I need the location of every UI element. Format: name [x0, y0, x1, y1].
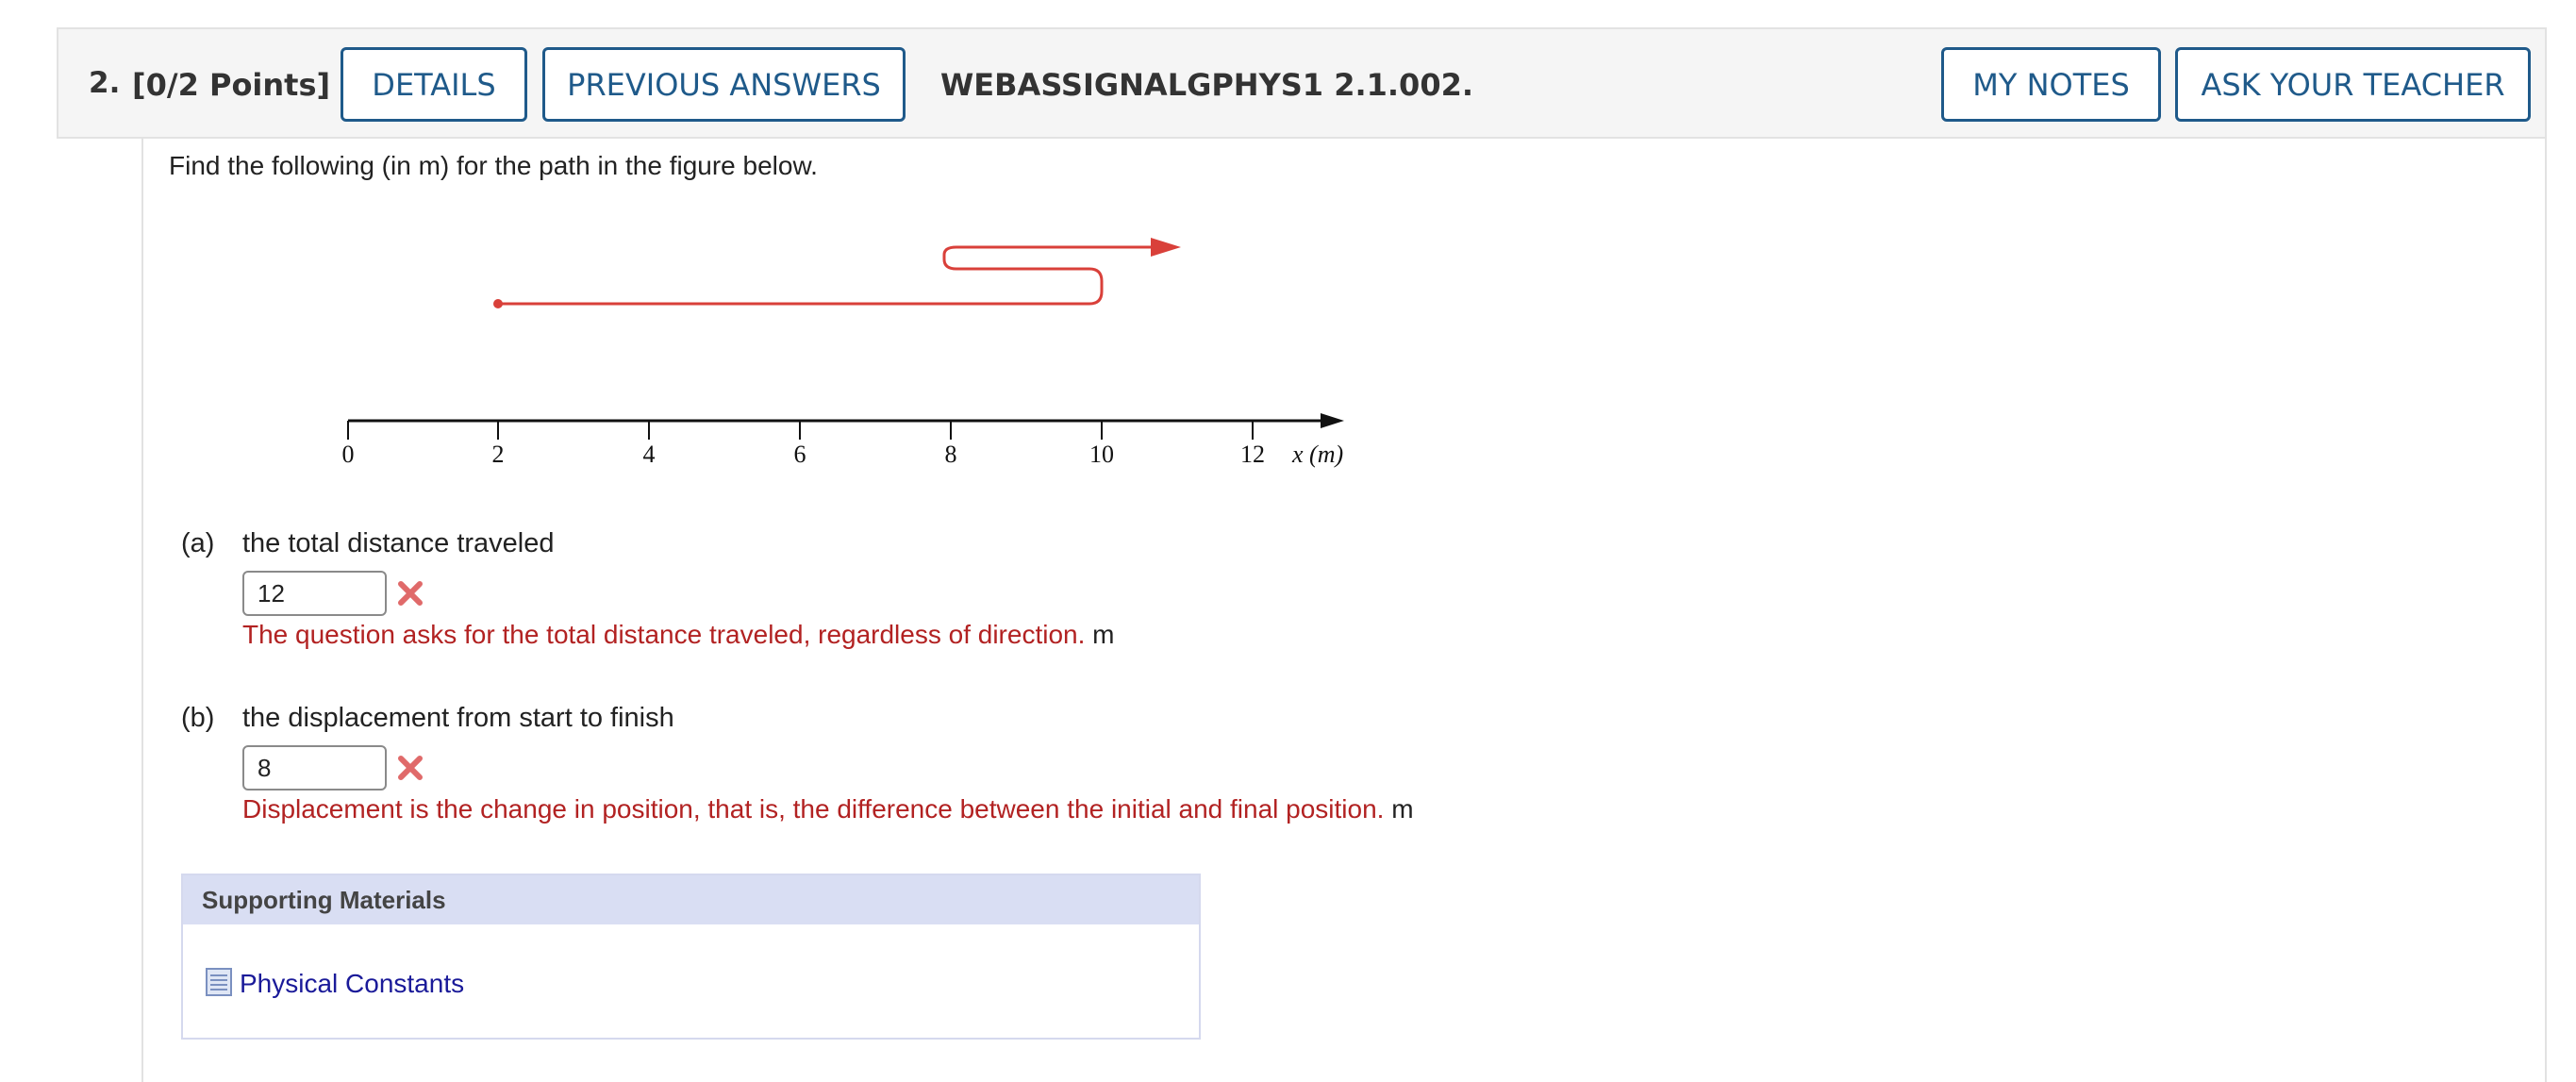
x-axis: [347, 413, 1344, 440]
part-a-unit: m: [1092, 620, 1115, 649]
my-notes-button[interactable]: MY NOTES: [1941, 47, 2161, 122]
question-header: 2. [0/2 Points] DETAILS PREVIOUS ANSWERS…: [57, 27, 2547, 139]
tick-label: 0: [342, 441, 355, 468]
incorrect-x-icon: [398, 581, 423, 606]
previous-answers-button[interactable]: PREVIOUS ANSWERS: [542, 47, 906, 122]
tick-label: 2: [492, 441, 505, 468]
part-b-question: the displacement from start to finish: [242, 703, 674, 733]
path-figure: 0 2 4 6 8 10 12 x (m): [321, 226, 1377, 491]
part-a-question: the total distance traveled: [242, 528, 555, 558]
tick-label: 12: [1240, 441, 1265, 468]
question-prompt: Find the following (in m) for the path i…: [169, 151, 818, 180]
part-b-feedback-text: Displacement is the change in position, …: [242, 794, 1385, 824]
path-diagram: 0 2 4 6 8 10 12 x (m): [342, 238, 1344, 468]
question-code: WEBASSIGNALGPHYS1 2.1.002.: [940, 67, 1473, 103]
motion-path: [493, 238, 1181, 308]
part-b-feedback: Displacement is the change in position, …: [242, 794, 1414, 824]
tick-label: 10: [1089, 441, 1114, 468]
physical-constants-link[interactable]: Physical Constants: [240, 969, 464, 999]
question-number: 2.: [89, 66, 121, 100]
axis-label: x (m): [1291, 441, 1343, 468]
part-b-label: (b): [181, 703, 215, 733]
tick-label: 6: [794, 441, 806, 468]
document-icon: [206, 968, 232, 996]
path-arrowhead: [1151, 238, 1181, 257]
question-points: [0/2 Points]: [132, 67, 331, 103]
details-button[interactable]: DETAILS: [341, 47, 527, 122]
tick-label: 8: [945, 441, 957, 468]
tick-label: 4: [643, 441, 656, 468]
axis-arrowhead: [1321, 413, 1344, 428]
part-a-feedback: The question asks for the total distance…: [242, 620, 1114, 650]
supporting-materials-panel: Supporting Materials Physical Constants: [181, 874, 1201, 1040]
incorrect-x-icon: [398, 756, 423, 780]
supporting-materials-title: Supporting Materials: [183, 875, 1199, 924]
part-a-answer-input[interactable]: [242, 571, 387, 616]
ask-your-teacher-button[interactable]: ASK YOUR TEACHER: [2175, 47, 2531, 122]
part-a-label: (a): [181, 528, 215, 558]
part-b-unit: m: [1391, 794, 1414, 824]
part-b-answer-input[interactable]: [242, 745, 387, 791]
part-a-feedback-text: The question asks for the total distance…: [242, 620, 1086, 649]
